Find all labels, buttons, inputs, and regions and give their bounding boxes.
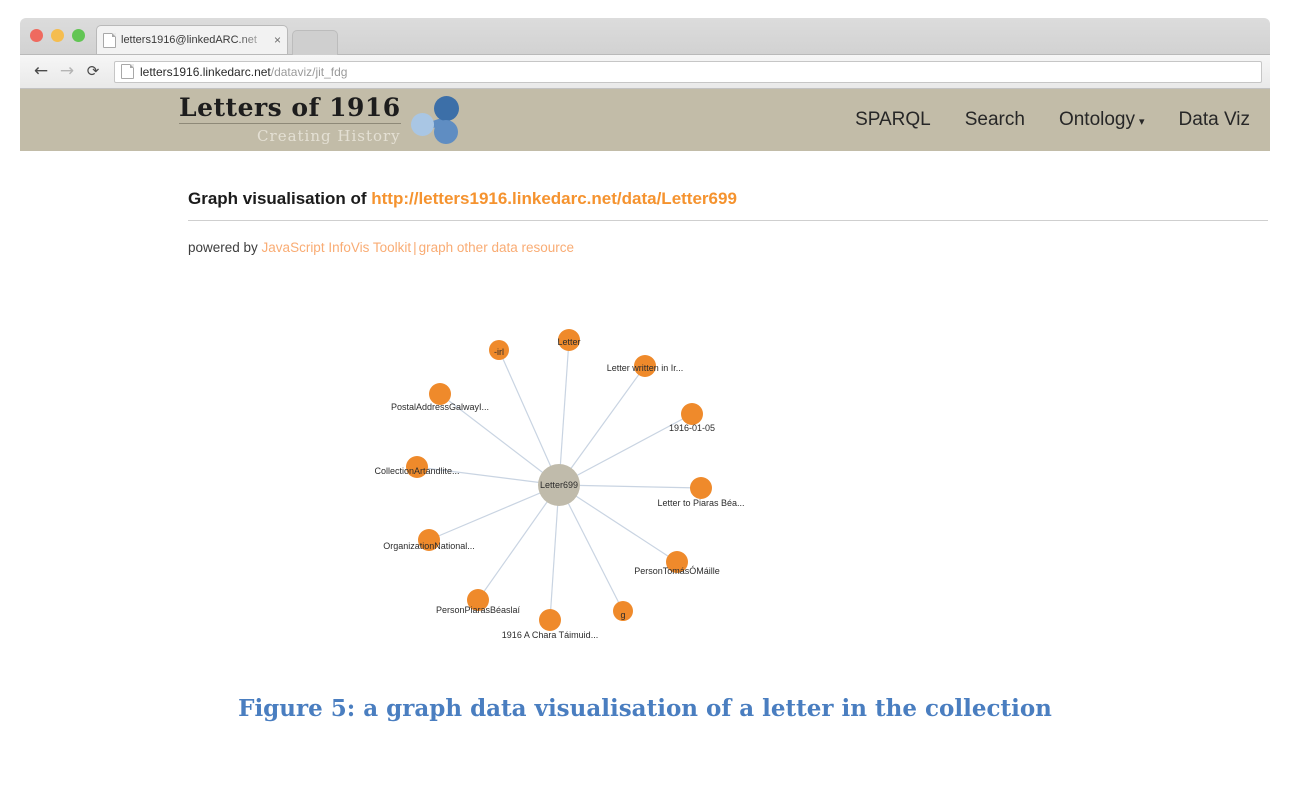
powered-by-prefix: powered by <box>188 240 262 255</box>
graph-node-label: PostalAddressGalwayI... <box>390 402 490 412</box>
browser-tab[interactable]: letters1916@linkedARC.net × <box>96 25 288 54</box>
heading-divider <box>188 220 1268 221</box>
brand-text: Letters of 1916 Creating History <box>179 95 401 145</box>
graph-other-resource-link[interactable]: graph other data resource <box>419 240 574 255</box>
page-icon <box>103 32 116 48</box>
graph-edge <box>558 484 624 612</box>
site-nav: SPARQL Search Ontology ▾ Data Viz <box>855 89 1250 151</box>
browser-window: letters1916@linkedARC.net × ← → ⟳ letter… <box>20 18 1270 680</box>
graph-node-label: g <box>620 610 626 620</box>
brand-tagline: Creating History <box>257 127 401 145</box>
graph-edge <box>558 484 678 563</box>
maximize-window-button[interactable] <box>72 29 85 42</box>
url-domain: letters1916.linkedarc.net <box>140 64 271 79</box>
browser-tab-title: letters1916@linkedARC.net <box>121 34 257 46</box>
graph-node[interactable] <box>690 477 712 499</box>
page-title: Graph visualisation of http://letters191… <box>188 151 1270 209</box>
network-nodes-logo-icon <box>410 96 461 144</box>
window-traffic-lights <box>30 29 85 42</box>
url-path: /dataviz/jit_fdg <box>270 64 348 79</box>
window-bottom-edge <box>20 664 1270 682</box>
graph-node[interactable] <box>539 609 561 631</box>
graph-node-label: Letter written in Ir... <box>606 363 684 373</box>
forward-icon[interactable]: → <box>54 63 80 80</box>
nav-item-data-viz[interactable]: Data Viz <box>1179 109 1250 131</box>
url-text: letters1916.linkedarc.net/dataviz/jit_fd… <box>140 65 347 79</box>
graph-node-label: 1916 A Chara Táimuid... <box>501 630 599 640</box>
close-icon[interactable]: × <box>270 34 281 46</box>
graph-node-label: Letter <box>557 337 581 347</box>
page-info-icon <box>121 64 134 79</box>
graph-node-label: 1916-01-05 <box>668 423 716 433</box>
browser-tab-strip: letters1916@linkedARC.net × <box>20 18 1270 55</box>
nav-item-ontology-label: Ontology <box>1058 109 1135 130</box>
reload-icon[interactable]: ⟳ <box>80 64 106 79</box>
site-brand[interactable]: Letters of 1916 Creating History <box>179 89 461 151</box>
url-input[interactable]: letters1916.linkedarc.net/dataviz/jit_fd… <box>114 60 1262 83</box>
graph-node-label: -irl <box>494 347 504 357</box>
graph-node-label: CollectionArtandlite... <box>374 466 460 476</box>
minimize-window-button[interactable] <box>51 29 64 42</box>
nav-item-search[interactable]: Search <box>965 109 1025 131</box>
new-tab-button[interactable] <box>292 30 338 55</box>
close-window-button[interactable] <box>30 29 43 42</box>
site-header: Letters of 1916 Creating History SPARQL … <box>20 89 1270 151</box>
browser-toolbar: ← → ⟳ letters1916.linkedarc.net/dataviz/… <box>20 55 1270 89</box>
graph-edge <box>558 365 646 486</box>
graph-node-label: PersonPiarasBéaslaí <box>435 605 521 615</box>
chevron-down-icon: ▾ <box>1139 116 1145 128</box>
graph-node-label: PersonTomásÓMáille <box>634 566 720 576</box>
jit-link[interactable]: JavaScript InfoVis Toolkit <box>262 240 412 255</box>
figure-caption: Figure 5: a graph data visualisation of … <box>238 695 1052 722</box>
powered-by-line: powered by JavaScript InfoVis Toolkit | gr… <box>188 240 1270 255</box>
resource-url-link[interactable]: http://letters1916.linkedarc.net/data/Le… <box>371 189 737 208</box>
powered-separator: | <box>413 240 417 255</box>
page-content: Graph visualisation of http://letters191… <box>20 151 1270 680</box>
page-title-prefix: Graph visualisation of <box>188 189 372 208</box>
nav-item-ontology[interactable]: Ontology ▾ <box>1059 109 1145 131</box>
graph-node-center-label: Letter699 <box>539 480 579 490</box>
brand-title: Letters of 1916 <box>179 93 401 124</box>
content-inner: Graph visualisation of http://letters191… <box>188 151 1270 255</box>
graph-node-label: OrganizationNational... <box>383 541 475 551</box>
graph-node[interactable] <box>681 403 703 425</box>
graph-node-label: Letter to Piaras Béa... <box>657 498 745 508</box>
nav-item-sparql[interactable]: SPARQL <box>855 109 931 131</box>
graph-edge <box>558 484 702 489</box>
graph-visualisation[interactable]: -irl Letter Letter written in Ir... 1916-01… <box>20 311 1270 671</box>
back-icon[interactable]: ← <box>28 63 54 80</box>
